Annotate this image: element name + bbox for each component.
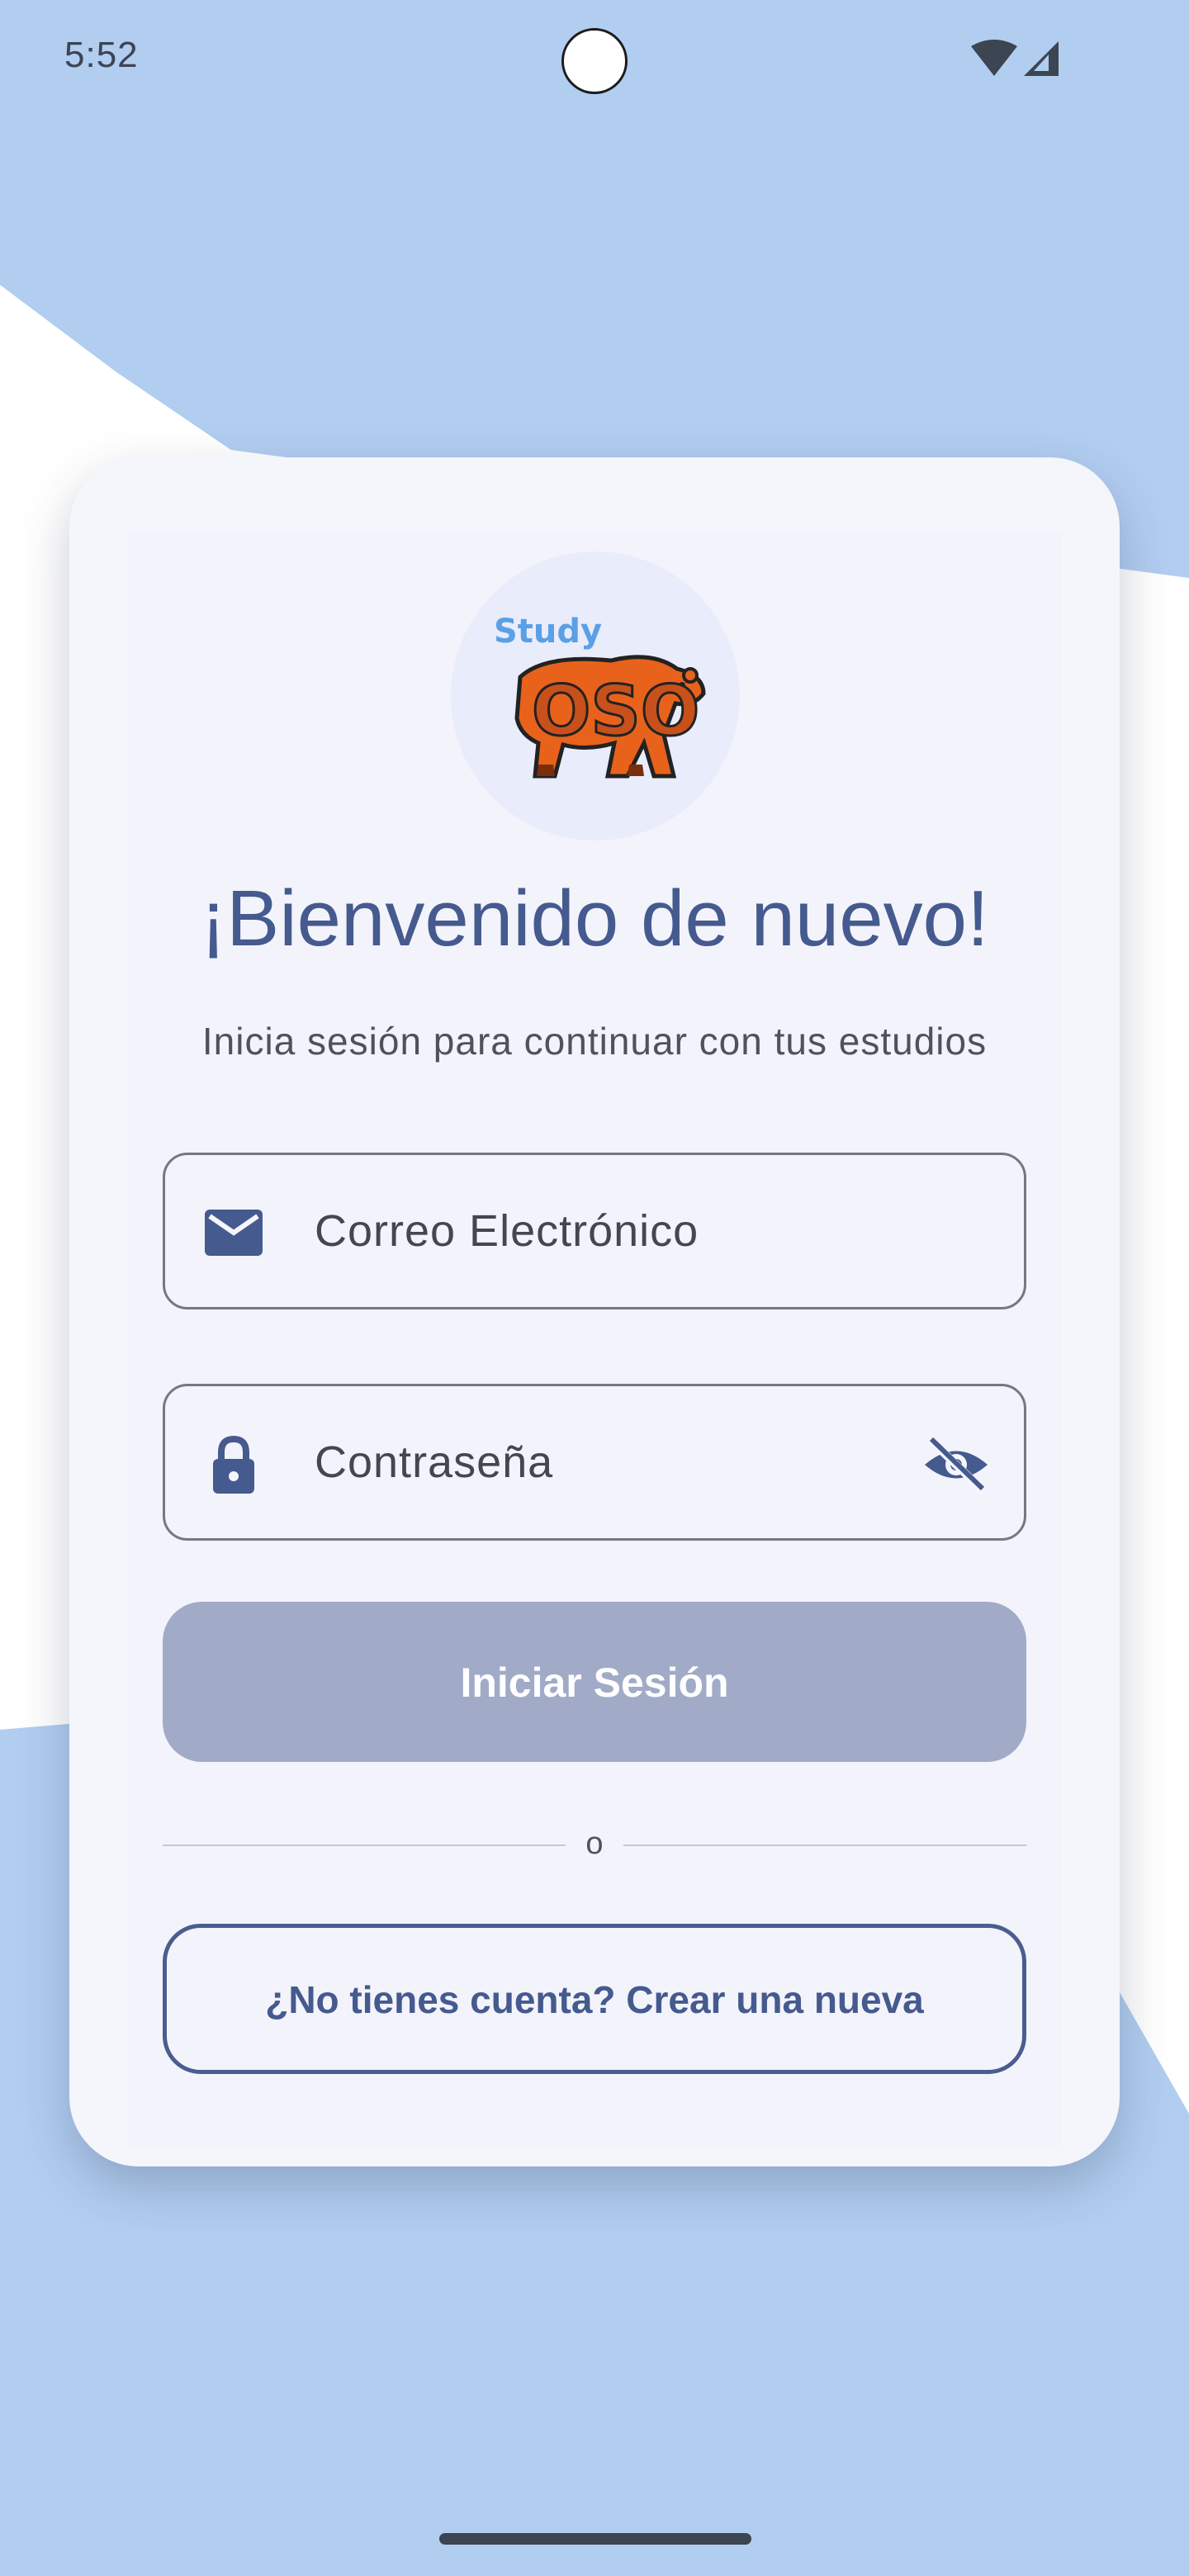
logo-big-text: OSO [532,670,699,751]
logo-small-text: Study [494,613,602,651]
visibility-off-icon[interactable] [921,1436,991,1494]
create-account-button[interactable]: ¿No tienes cuenta? Crear una nueva [163,1924,1026,2074]
status-time: 5:52 [64,35,139,75]
divider-line-right [623,1844,1026,1846]
lock-icon [213,1436,254,1494]
email-placeholder: Correo Electrónico [315,1206,699,1256]
mail-icon [205,1210,263,1256]
email-field[interactable]: Correo Electrónico [163,1153,1026,1309]
page-subtitle: Inicia sesión para continuar con tus est… [201,1020,988,1063]
bear-logo-icon: Study OSO [494,613,706,779]
camera-cutout [561,28,628,94]
or-divider: o [163,1825,1026,1866]
login-button[interactable]: Iniciar Sesión [163,1602,1026,1762]
status-icons [971,40,1059,76]
page-title: ¡Bienvenido de nuevo! [200,874,989,963]
cellular-signal-icon [1024,41,1059,76]
app-screen: 5:52 Study OSO ¡Bienvenido de nuevo! Ini… [0,0,1189,2576]
home-indicator[interactable] [439,2533,751,2545]
status-bar: 5:52 [0,0,1189,124]
wifi-icon [971,40,1017,76]
password-field[interactable]: Contraseña [163,1384,1026,1541]
password-placeholder: Contraseña [315,1437,554,1487]
